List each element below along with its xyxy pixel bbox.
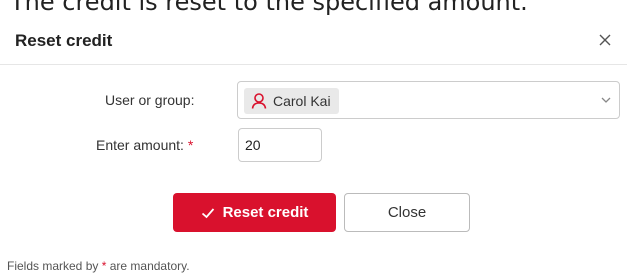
close-icon[interactable] <box>595 30 615 50</box>
amount-label: Enter amount: * <box>96 137 193 153</box>
user-icon <box>251 93 267 109</box>
amount-input[interactable] <box>238 128 322 162</box>
close-button-label: Close <box>387 204 427 221</box>
dialog-header: Reset credit <box>0 20 627 65</box>
reset-credit-label: Reset credit <box>222 204 309 221</box>
chevron-down-icon[interactable] <box>599 93 613 107</box>
required-star: * <box>187 137 194 153</box>
note-suffix: are mandatory. <box>109 259 190 273</box>
reset-credit-button[interactable]: Reset credit <box>173 193 336 232</box>
close-button[interactable]: Close <box>344 193 470 232</box>
selected-user-label: Carol Kai <box>273 93 331 109</box>
selected-user-chip[interactable]: Carol Kai <box>244 88 339 114</box>
user-group-select[interactable]: Carol Kai <box>237 81 620 119</box>
dialog-title: Reset credit <box>15 31 113 50</box>
mandatory-fields-note: Fields marked by * are mandatory. <box>7 259 190 273</box>
page-caption: The credit is reset to the specified amo… <box>10 0 528 16</box>
note-prefix: Fields marked by <box>7 259 99 273</box>
check-icon <box>201 207 214 218</box>
user-group-label: User or group: <box>105 92 195 108</box>
reset-credit-dialog: Reset credit User or group: Carol Kai En… <box>0 20 627 280</box>
amount-label-text: Enter amount: <box>96 137 184 153</box>
note-star: * <box>101 259 107 273</box>
